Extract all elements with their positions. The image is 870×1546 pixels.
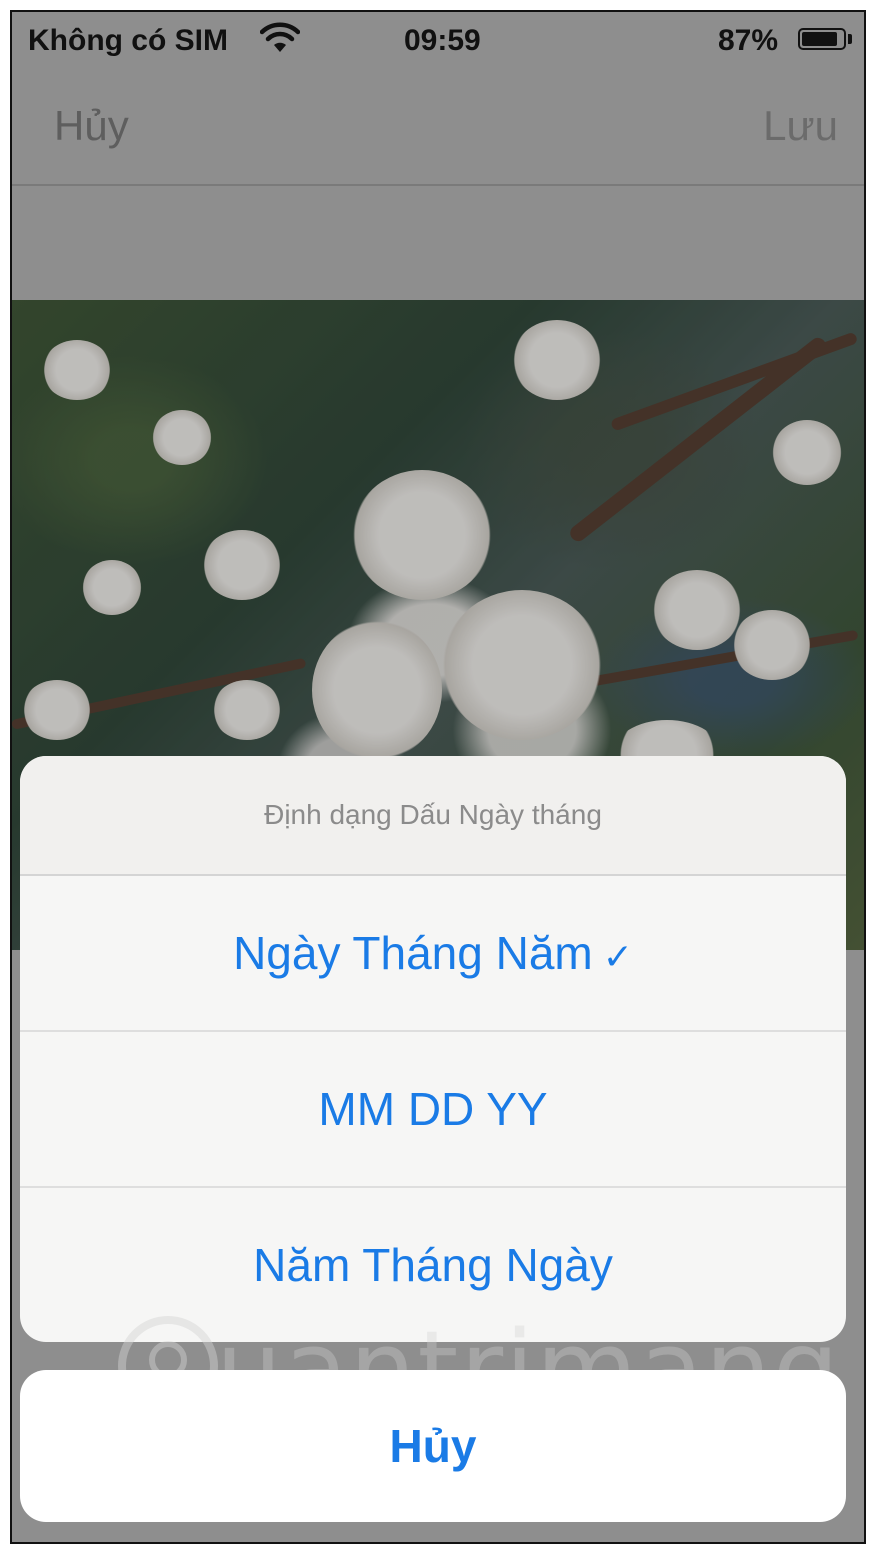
clock-label: 09:59	[404, 24, 481, 57]
status-bar: Không có SIM 09:59 87%	[12, 12, 864, 68]
photo-blossom	[202, 530, 282, 600]
photo-blossom	[652, 570, 742, 650]
photo-blossom	[212, 680, 282, 740]
option-label: Năm Tháng Ngày	[253, 1239, 613, 1291]
toolbar-area	[12, 186, 864, 300]
photo-blossom	[22, 680, 92, 740]
photo-blossom	[42, 340, 112, 400]
option-label: Ngày Tháng Năm	[233, 927, 593, 979]
nav-bar: Hủy Lưu	[12, 68, 864, 186]
photo-blossom	[732, 610, 812, 680]
battery-fill	[802, 32, 837, 46]
photo-blossom	[152, 410, 212, 465]
wifi-icon	[260, 22, 300, 52]
photo-blossom	[442, 590, 602, 740]
photo-blossom	[82, 560, 142, 615]
checkmark-icon: ✓	[602, 936, 633, 977]
photo-blossom	[312, 620, 442, 760]
battery-percent: 87%	[718, 24, 779, 57]
action-sheet-title: Định dạng Dấu Ngày tháng	[20, 756, 846, 876]
option-ngay-thang-nam[interactable]: Ngày Tháng Năm ✓	[20, 876, 846, 1032]
option-nam-thang-ngay[interactable]: Năm Tháng Ngày	[20, 1188, 846, 1342]
photo-blossom	[512, 320, 602, 400]
battery-icon	[798, 28, 846, 50]
carrier-label: Không có SIM	[28, 24, 228, 57]
option-mm-dd-yy[interactable]: MM DD YY	[20, 1032, 846, 1188]
photo-blossom	[352, 470, 492, 600]
photo-blossom	[772, 420, 842, 485]
nav-cancel-button[interactable]: Hủy	[54, 102, 129, 150]
battery-tip	[848, 34, 852, 44]
option-label: MM DD YY	[318, 1083, 548, 1135]
bottom-tab-strip	[12, 1534, 864, 1542]
date-format-action-sheet: Định dạng Dấu Ngày tháng Ngày Tháng Năm ✓…	[20, 756, 846, 1342]
cancel-button[interactable]: Hủy	[20, 1370, 846, 1522]
nav-save-button[interactable]: Lưu	[763, 102, 838, 150]
